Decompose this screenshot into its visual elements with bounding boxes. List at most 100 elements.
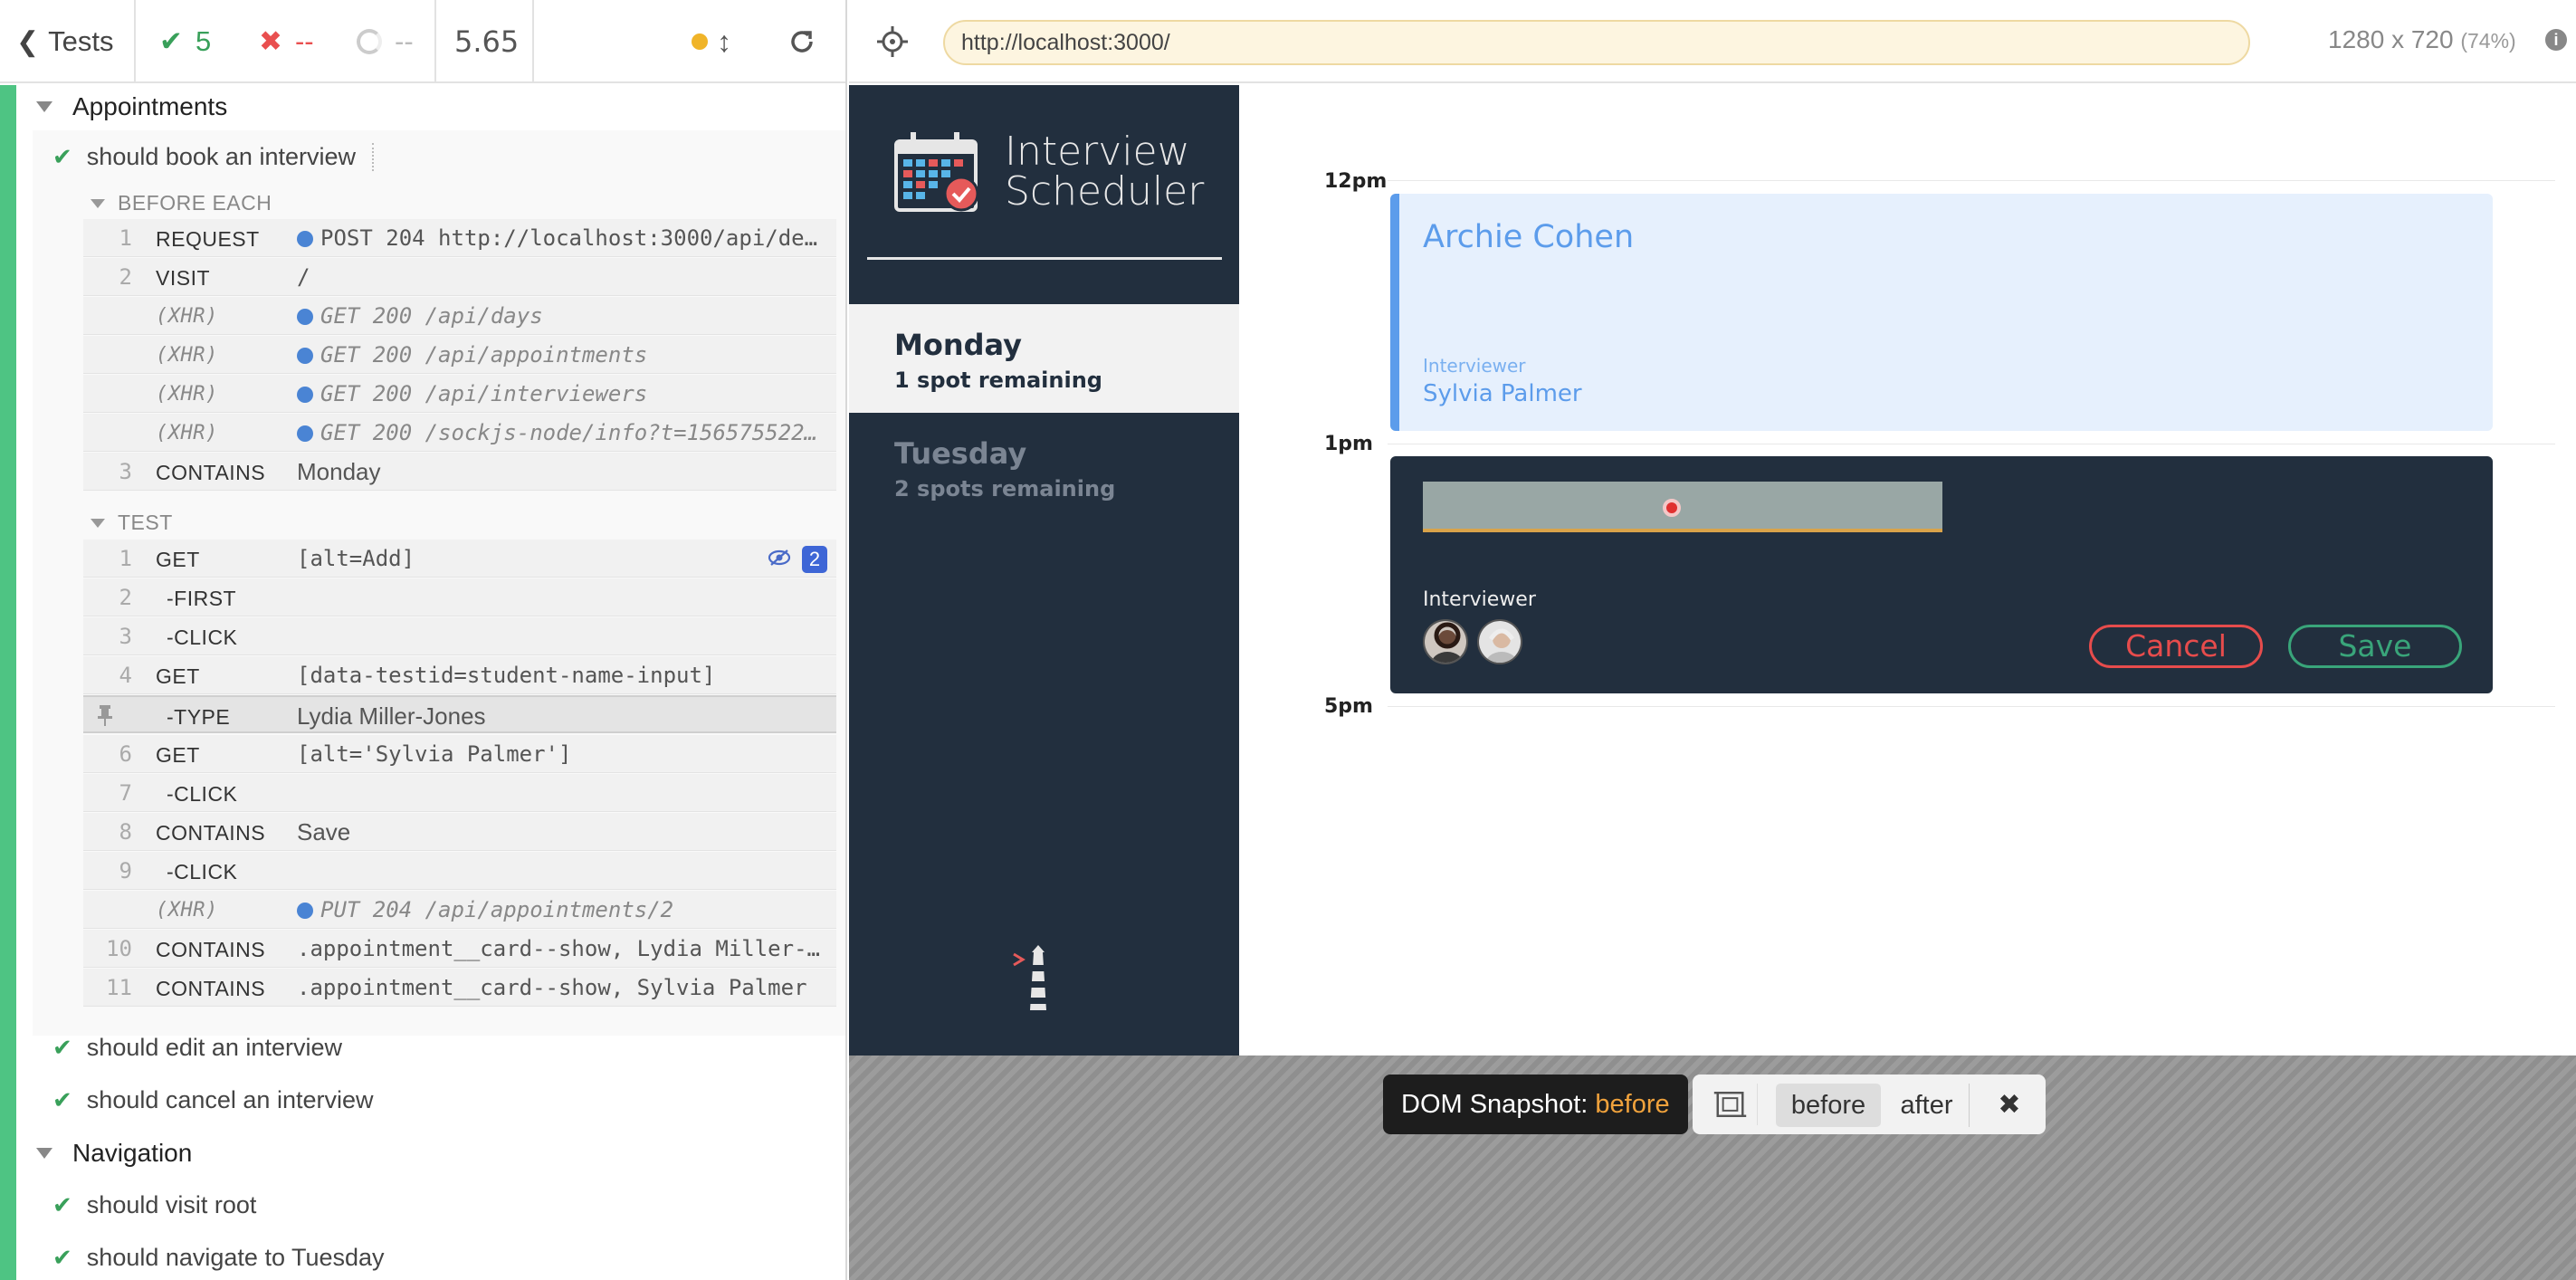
command-number: 7 [119,780,132,806]
snapshot-before-button[interactable]: before [1776,1084,1881,1127]
command-message: GET 200 /api/appointments [297,342,647,368]
test-should-navigate-tuesday[interactable]: ✔ should navigate to Tuesday [52,1244,385,1272]
command-name: -FIRST [167,587,237,610]
student-name-input[interactable] [1423,482,1942,532]
command-row[interactable]: (XHR) GET 200 /api/days [83,297,836,335]
pin-icon[interactable] [96,704,114,726]
time-label: 12pm [1324,170,1388,193]
command-message: [alt='Sylvia Palmer'] [297,741,572,767]
check-icon: ✔ [52,1034,72,1061]
command-name: GET [156,664,200,688]
failed-count: ✖ -- [259,0,314,83]
interviewer-avatar[interactable] [1423,619,1468,664]
command-name: CONTAINS [156,938,266,961]
command-row[interactable]: 6 GET [alt='Sylvia Palmer'] [83,735,836,773]
snapshot-after-button[interactable]: after [1884,1084,1970,1127]
interviewer-avatar[interactable] [1477,619,1522,664]
check-icon: ✔ [52,1191,72,1218]
command-message-text: GET 200 /sockjs-node/info?t=156575522… [320,420,818,445]
day-monday[interactable]: Monday 1 spot remaining [849,304,1239,413]
command-number: 4 [119,663,132,688]
failed-value: -- [294,25,314,57]
click-marker [1663,499,1681,517]
command-row[interactable]: 11 CONTAINS .appointment__card--show, Sy… [83,969,836,1007]
command-message: [data-testid=student-name-input] [297,663,716,688]
hook-title-text: TEST [118,511,173,534]
command-row[interactable]: 8 CONTAINS Save [83,813,836,851]
hook-before-each[interactable]: BEFORE EACH [91,191,272,215]
xhr-status-icon [297,309,313,325]
test-title-text: should edit an interview [86,1034,342,1061]
command-number: 6 [119,741,132,767]
xhr-status-icon [297,425,313,442]
command-row[interactable]: (XHR) GET 200 /api/interviewers [83,375,836,413]
snapshot-label-text: DOM Snapshot: [1401,1090,1589,1119]
hook-test[interactable]: TEST [91,511,173,535]
command-row[interactable]: 3 CONTAINS Monday [83,453,836,491]
command-row[interactable]: 1 REQUEST POST 204 http://localhost:3000… [83,219,836,257]
day-tuesday[interactable]: Tuesday 2 spots remaining [849,413,1239,521]
schedule: 12pm Archie Cohen Interviewer Sylvia Pal… [1239,85,2576,1056]
tests-label: Tests [48,25,114,57]
reload-button[interactable] [787,0,816,83]
check-icon: ✔ [52,1244,72,1271]
status-dot-icon [692,33,708,50]
command-message-text: POST 204 http://localhost:3000/api/de… [320,225,818,251]
person-icon [1425,621,1466,663]
appointment-card-show[interactable]: Archie Cohen Interviewer Sylvia Palmer [1390,194,2493,431]
crosshair-icon[interactable] [876,25,909,58]
close-icon[interactable]: ✖ [1984,1084,2035,1127]
command-row[interactable]: 4 GET [data-testid=student-name-input] [83,656,836,694]
command-number: 3 [119,459,132,484]
check-icon: ✔ [52,143,72,170]
test-should-cancel[interactable]: ✔ should cancel an interview [52,1086,373,1114]
test-title-text: should visit root [86,1191,257,1218]
command-row[interactable]: 2 VISIT / [83,258,836,296]
test-should-book[interactable]: ✔ should book an interview [52,143,374,171]
command-row[interactable]: 1 GET [alt=Add] 2 [83,540,836,578]
command-number: 1 [119,225,132,251]
command-name: CONTAINS [156,821,266,845]
logo-line-1: Interview [1005,129,1190,175]
command-row[interactable]: 3 -CLICK [83,617,836,655]
command-row[interactable]: (XHR) GET 200 /api/appointments [83,336,836,374]
command-message-text: PUT 204 /api/appointments/2 [320,897,674,922]
command-row[interactable]: (XHR) PUT 204 /api/appointments/2 [83,891,836,929]
test-should-visit-root[interactable]: ✔ should visit root [52,1191,256,1219]
snapshot-controls: before after ✖ [1693,1075,2046,1134]
test-title-text: should book an interview [87,143,374,171]
pending-count: -- [357,0,414,83]
command-message: / [297,264,310,290]
url-bar[interactable]: http://localhost:3000/ [943,20,2250,65]
eye-slash-icon[interactable] [768,548,791,568]
logo-line-2: Scheduler [1005,168,1205,215]
command-name: GET [156,548,200,571]
info-icon[interactable]: i [2545,29,2567,51]
command-row[interactable]: 10 CONTAINS .appointment__card--show, Ly… [83,930,836,968]
command-message-text: GET 200 /api/appointments [320,342,648,368]
suite-navigation[interactable]: Navigation [36,1139,192,1168]
command-row[interactable]: 9 -CLICK [83,852,836,890]
suite-status-bar [0,85,16,1280]
caret-down-icon [91,198,105,208]
command-name: VISIT [156,266,211,290]
viewport-size: 1280 x 720 (74%) [2328,25,2516,54]
cancel-button[interactable]: Cancel [2089,625,2263,668]
command-name: GET [156,743,200,767]
command-row[interactable]: 7 -CLICK [83,774,836,812]
save-button[interactable]: Save [2288,625,2462,668]
command-row-pinned[interactable]: -TYPE Lydia Miller-Jones [83,695,836,733]
command-number: 10 [106,936,132,961]
element-count-badge: 2 [802,546,827,573]
auto-scroll-toggle[interactable]: ↕ [692,0,731,83]
highlight-toggle-icon[interactable] [1703,1084,1758,1125]
command-number: 9 [119,858,132,884]
suite-appointments[interactable]: Appointments [36,92,227,121]
command-number: 11 [106,975,132,1000]
command-row[interactable]: (XHR) GET 200 /sockjs-node/info?t=156575… [83,414,836,452]
command-number: 1 [119,546,132,571]
test-should-edit[interactable]: ✔ should edit an interview [52,1034,342,1062]
command-name: -CLICK [167,860,238,884]
command-row[interactable]: 2 -FIRST [83,578,836,616]
tests-button[interactable]: ❮ Tests [16,0,114,83]
